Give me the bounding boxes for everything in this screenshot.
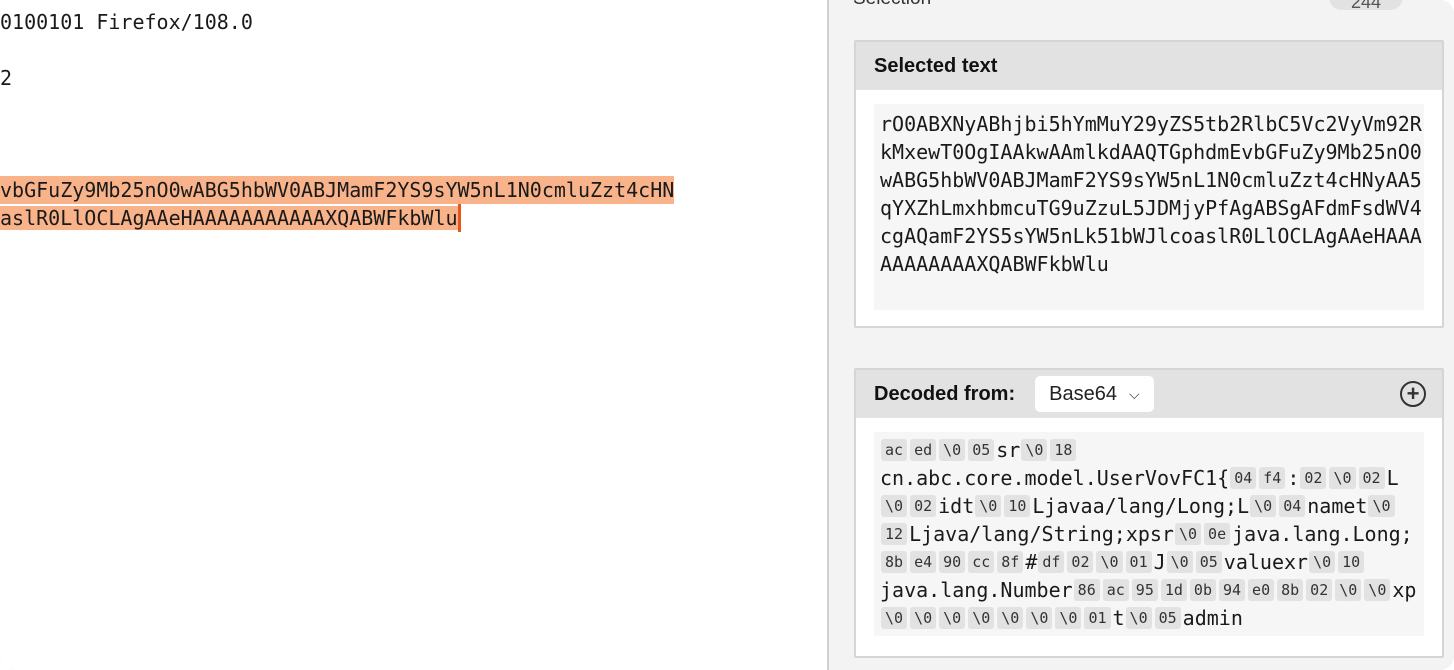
byte-badge: 10 <box>1338 551 1365 573</box>
decoded-text: L <box>1386 466 1399 490</box>
byte-badge: 02 <box>1358 467 1385 489</box>
byte-badge: 94 <box>1218 579 1246 601</box>
message-editor[interactable]: 0100101 Firefox/108.0 2 vbGFuZy9Mb25nO0w… <box>0 0 828 670</box>
byte-badge: 04 <box>1279 495 1306 517</box>
decoded-text: t <box>1112 606 1125 630</box>
byte-badge: 02 <box>1306 579 1333 601</box>
byte-badge: 8b <box>1277 579 1304 601</box>
selected-line: vbGFuZy9Mb25nO0wABG5hbWV0ABJMamF2YS9sYW5… <box>0 176 675 204</box>
app-window: 0100101 Firefox/108.0 2 vbGFuZy9Mb25nO0w… <box>0 0 1454 670</box>
byte-badge: 8f <box>997 551 1024 573</box>
decoded-text: namet <box>1307 494 1368 518</box>
byte-badge: ac <box>881 439 908 461</box>
selection-count-badge: 244 <box>1329 0 1403 12</box>
byte-badge: \0 <box>910 607 937 629</box>
editor-line: 0100101 Firefox/108.0 <box>0 10 253 34</box>
byte-badge: \0 <box>881 607 908 629</box>
byte-badge: 8b <box>881 551 908 573</box>
byte-badge: \0 <box>1026 607 1053 629</box>
decoded-text: a/lang/Long;L <box>1092 494 1250 518</box>
byte-badge: \0 <box>1096 551 1123 573</box>
byte-badge: f4 <box>1259 467 1286 489</box>
chevron-down-icon: ⌵ <box>1128 385 1140 402</box>
byte-badge: 05 <box>1195 551 1222 573</box>
decoded-text: sr <box>996 438 1021 462</box>
byte-badge: \0 <box>1335 579 1362 601</box>
byte-badge: \0 <box>1368 495 1395 517</box>
byte-badge: 02 <box>1300 467 1327 489</box>
byte-badge: \0 <box>1174 523 1202 545</box>
text-caret <box>457 204 461 232</box>
byte-badge: \0 <box>1309 551 1336 573</box>
decoded-from-label: Decoded from: <box>874 382 1016 405</box>
decoded-text: : <box>1287 466 1300 490</box>
byte-badge: df <box>1038 551 1065 573</box>
byte-badge: ed <box>910 439 937 461</box>
byte-badge: 1d <box>1160 579 1187 601</box>
byte-badge: \0 <box>1329 467 1356 489</box>
byte-badge: \0 <box>1021 439 1048 461</box>
byte-badge: 01 <box>1084 607 1111 629</box>
selected-line-text: aslR0LlOCLAgAAeHAAAAAAAAAAAXQABWFkbWlu <box>0 206 458 230</box>
decoded-text: valuexr <box>1223 550 1309 574</box>
byte-badge: 01 <box>1125 551 1152 573</box>
byte-badge: 90 <box>939 551 966 573</box>
decoded-text: ja <box>880 578 905 602</box>
byte-badge: e0 <box>1248 579 1275 601</box>
decoded-value[interactable]: ac ed \0 05 sr \0 18cn.abc.core.model.UserVovF… <box>874 432 1424 636</box>
byte-badge: 95 <box>1131 579 1158 601</box>
byte-badge: 02 <box>910 495 937 517</box>
byte-badge: 02 <box>1067 551 1094 573</box>
byte-badge: 0e <box>1204 523 1231 545</box>
byte-badge: \0 <box>1364 579 1391 601</box>
decoded-text: /String;xpsr <box>1029 522 1174 546</box>
decoded-text: Ljava/lang <box>909 522 1030 546</box>
byte-badge: e4 <box>910 551 937 573</box>
selected-text-title: Selected text <box>856 42 1442 90</box>
byte-badge: 0b <box>1189 579 1216 601</box>
byte-badge: 18 <box>1050 439 1077 461</box>
decoded-text: # <box>1025 550 1038 574</box>
selection-label: Selection <box>853 0 931 10</box>
byte-badge: 05 <box>968 439 995 461</box>
byte-badge: \0 <box>1166 551 1193 573</box>
decoded-text: xp <box>1392 578 1417 602</box>
byte-badge: \0 <box>975 495 1002 517</box>
decoded-panel: Decoded from: Base64 ⌵ + ac ed \0 05 sr \0 18c… <box>854 368 1444 658</box>
decoded-text: admin <box>1182 606 1243 630</box>
byte-badge: \0 <box>1055 607 1082 629</box>
byte-badge: \0 <box>939 439 966 461</box>
decoded-text: Ljava <box>1032 494 1093 518</box>
decoded-text: J <box>1153 550 1166 574</box>
selected-text-panel: Selected text rO0ABXNyABhjbi5hYmMuY29yZS… <box>854 40 1444 328</box>
byte-badge: 05 <box>1154 607 1181 629</box>
editor-line: 2 <box>0 66 13 90</box>
inspector-panel: Selection 244 › Selected text rO0ABXNyAB… <box>829 0 1454 670</box>
byte-badge: \0 <box>881 495 908 517</box>
decoded-text: va.lang.Number <box>904 578 1073 602</box>
selected-line-last: aslR0LlOCLAgAAeHAAAAAAAAAAAXQABWFkbWlu <box>0 204 461 232</box>
byte-badge: \0 <box>997 607 1024 629</box>
byte-badge: \0 <box>1250 495 1277 517</box>
decoded-text: idt <box>938 494 975 518</box>
chevron-right-icon[interactable]: › <box>1419 0 1426 7</box>
decoded-header: Decoded from: Base64 ⌵ + <box>856 370 1442 418</box>
selected-text-value[interactable]: rO0ABXNyABhjbi5hYmMuY29yZS5tb2RlbC5Vc2Vy… <box>874 104 1424 310</box>
byte-badge: ac <box>1102 579 1129 601</box>
add-decoder-icon[interactable]: + <box>1400 381 1426 407</box>
selection-row[interactable]: Selection 244 › <box>853 0 1433 18</box>
decoded-text: java.lang.Long; <box>1232 522 1413 546</box>
byte-badge: \0 <box>968 607 995 629</box>
encoding-value: Base64 <box>1049 382 1117 405</box>
byte-badge: \0 <box>1125 607 1152 629</box>
byte-badge: 04 <box>1230 467 1257 489</box>
byte-badge: cc <box>968 551 995 573</box>
decoded-text: VovFC1{ <box>1144 466 1230 490</box>
byte-badge: 12 <box>881 523 908 545</box>
byte-badge: 10 <box>1004 495 1031 517</box>
byte-badge: \0 <box>939 607 966 629</box>
decoded-text: cn.abc.core.model.User <box>880 466 1145 490</box>
encoding-dropdown[interactable]: Base64 ⌵ <box>1035 376 1154 412</box>
byte-badge: 86 <box>1073 579 1100 601</box>
